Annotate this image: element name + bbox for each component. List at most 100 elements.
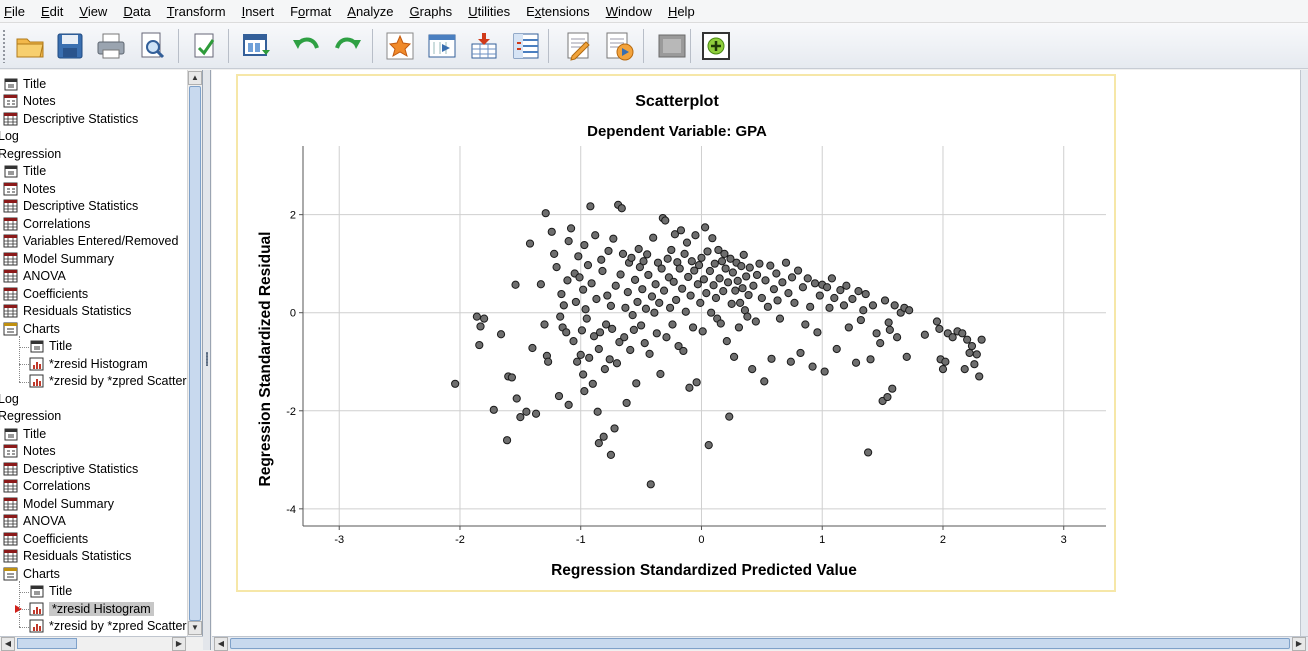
save-icon[interactable] [52,28,88,64]
scatterplot-chart[interactable]: Scatterplot Dependent Variable: GPA -3 -2… [238,76,1114,590]
data-point [813,328,822,337]
tree-item[interactable]: Model Summary [3,495,114,513]
tree-item[interactable]: Notes [3,93,56,111]
tree-item[interactable]: Residuals Statistics [3,548,131,566]
goto-case-icon[interactable] [382,28,418,64]
tree-item[interactable]: *zresid Histogram [29,355,148,373]
outline-vertical-scrollbar[interactable]: ▲ ▼ [187,70,202,636]
content-hscroll-thumb[interactable] [230,638,1290,649]
menu-extensions[interactable]: Extensions [521,0,601,23]
export-icon[interactable] [187,28,223,64]
menu-format[interactable]: Format [285,0,342,23]
tree-item-label: Charts [23,321,60,336]
data-point [564,400,573,409]
data-point [822,283,832,292]
data-point [476,322,485,331]
tree-item[interactable]: *zresid Histogram [29,600,154,618]
print-preview-icon[interactable] [134,28,170,64]
tree-item[interactable]: Log [0,390,19,408]
tree-item[interactable]: Notes [3,180,56,198]
data-point [820,367,829,376]
tree-item[interactable]: Title [3,75,46,93]
data-point [571,297,580,307]
recall-dialog-icon[interactable] [238,28,274,64]
open-folder-icon[interactable] [12,28,48,64]
run-script-icon[interactable] [601,28,637,64]
menu-file[interactable]: File [0,0,36,23]
data-point [825,303,834,312]
tree-item[interactable]: Regression [0,408,61,426]
disabled-icon[interactable] [654,28,690,64]
tree-connector [19,336,20,382]
tree-item[interactable]: ANOVA [3,513,66,531]
menu-window[interactable]: Window [601,0,663,23]
x-tick-label: 3 [1061,534,1067,546]
tree-item[interactable]: Descriptive Statistics [3,198,138,216]
tree-item[interactable]: Title [3,425,46,443]
data-point [684,272,693,282]
menu-data[interactable]: Data [118,0,161,23]
outline-horizontal-scrollbar[interactable]: ◀ ▶ [0,636,203,651]
data-point [678,284,687,293]
tree-item[interactable]: Notes [3,443,56,461]
scroll-up-arrow-icon[interactable]: ▲ [188,71,202,85]
tree-item[interactable]: Title [3,163,46,181]
tree-item-label: Regression [0,146,62,161]
pane-splitter[interactable] [203,70,211,650]
menu-analyze[interactable]: Analyze [342,0,404,23]
scroll-right-arrow-icon[interactable]: ▶ [172,637,186,651]
undo-icon[interactable] [288,28,324,64]
print-icon[interactable] [93,28,129,64]
content-vertical-scrollbar[interactable] [1300,70,1308,636]
scroll-down-arrow-icon[interactable]: ▼ [188,621,202,635]
menu-insert[interactable]: Insert [237,0,286,23]
tree-item[interactable]: Title [29,583,72,601]
tree-item[interactable]: Regression [0,145,61,163]
tree-item[interactable]: Coefficients [3,285,88,303]
content-horizontal-scrollbar[interactable]: ◀ ▶ [212,636,1308,651]
insert-case-icon[interactable] [466,28,502,64]
menu-graphs[interactable]: Graphs [405,0,464,23]
menu-help[interactable]: Help [663,0,706,23]
tree-item[interactable]: Log [0,128,19,146]
tree-item[interactable]: Correlations [3,215,90,233]
x-tick-label: -3 [334,534,344,546]
scroll-left-arrow-icon[interactable]: ◀ [1,637,15,651]
tree-item[interactable]: Correlations [3,478,90,496]
designate-window-icon[interactable] [560,28,596,64]
tree-item[interactable]: Variables Entered/Removed [3,233,178,251]
variables-icon[interactable] [508,28,544,64]
goto-variable-icon[interactable] [424,28,460,64]
data-point [592,294,601,304]
tree-item[interactable]: Coefficients [3,530,88,548]
content-scroll-right-arrow-icon[interactable]: ▶ [1292,637,1306,651]
tree-item-label: Title [49,584,73,599]
tree-item[interactable]: *zresid by *zpred Scatterplot [29,618,202,636]
tree-item[interactable]: ANOVA [3,268,66,286]
data-point [661,216,670,225]
data-point [657,264,666,273]
tree-item[interactable]: Model Summary [3,250,114,268]
data-point [665,303,675,312]
content-scroll-left-arrow-icon[interactable]: ◀ [214,637,228,651]
tree-item[interactable]: Descriptive Statistics [3,110,138,128]
tree-item[interactable]: Descriptive Statistics [3,460,138,478]
tree-item[interactable]: *zresid by *zpred Scatterplot [29,373,202,391]
tree-item[interactable]: Title [29,338,72,356]
menu-edit[interactable]: Edit [36,0,74,23]
data-point [629,325,638,334]
redo-icon[interactable] [330,28,366,64]
data-point [767,354,776,363]
data-point [581,305,590,314]
tree-item[interactable]: Charts [3,565,60,583]
outline-scroll-thumb[interactable] [189,86,201,621]
tree-item[interactable]: Residuals Statistics [3,303,131,321]
toolbar-grip[interactable] [2,29,6,63]
data-point [647,292,657,301]
outline-hscroll-thumb[interactable] [17,638,77,649]
tree-item[interactable]: Charts [3,320,60,338]
menu-transform[interactable]: Transform [162,0,237,23]
menu-view[interactable]: View [74,0,118,23]
menu-utilities[interactable]: Utilities [463,0,521,23]
add-item-icon[interactable] [698,28,734,64]
